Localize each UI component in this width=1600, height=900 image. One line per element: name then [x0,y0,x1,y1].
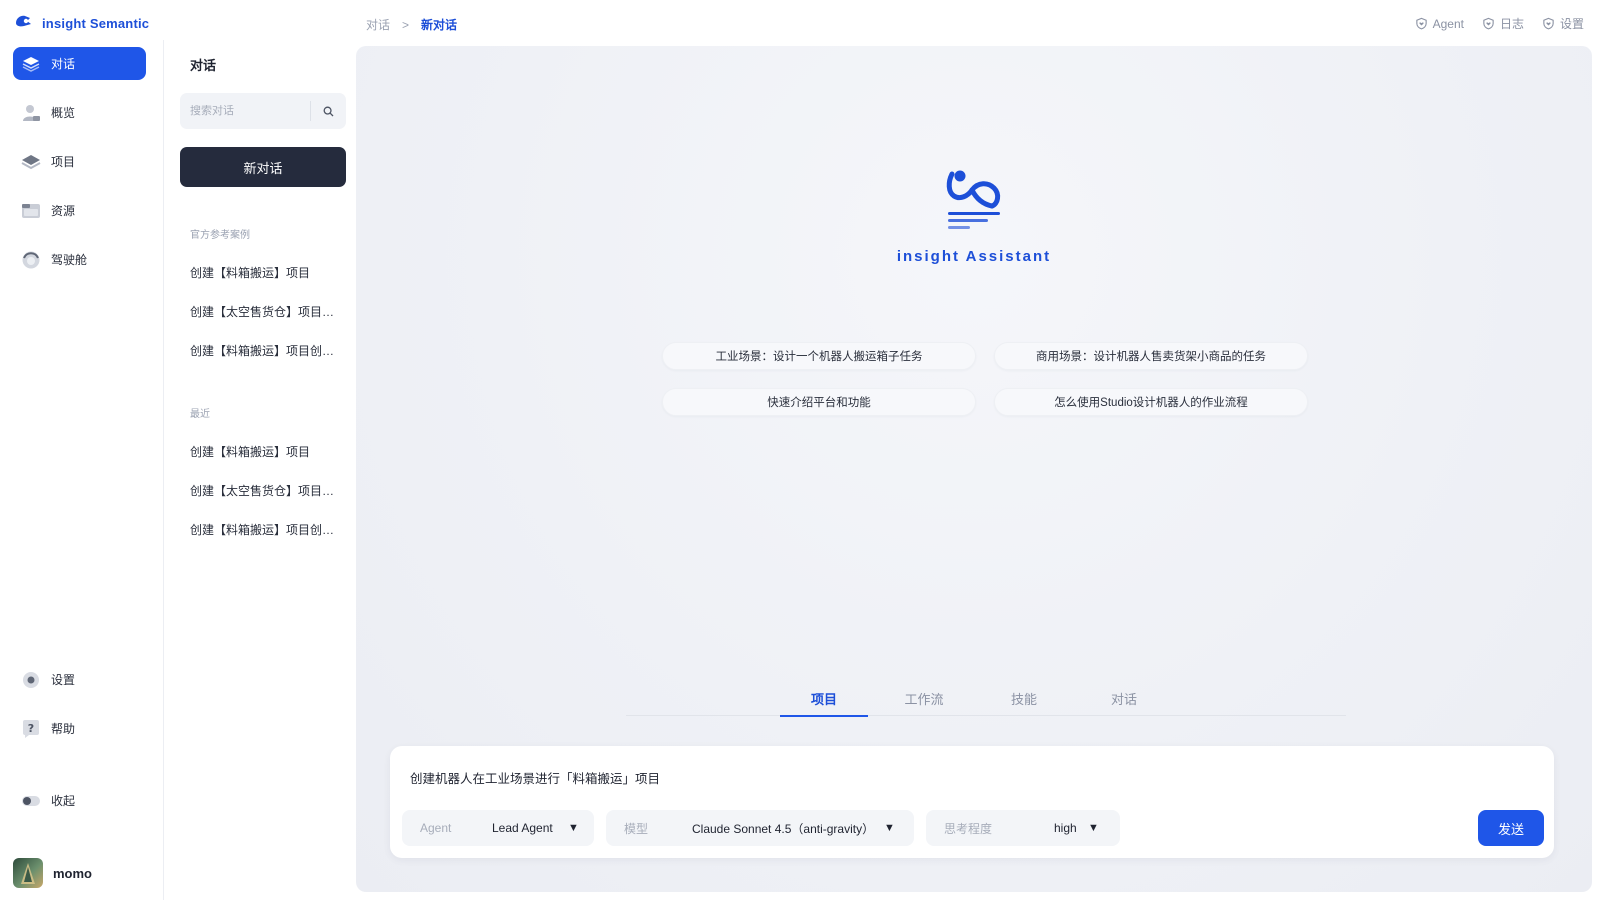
agent-select[interactable]: Agent Lead Agent ▼ [402,810,594,846]
list-item[interactable]: 创建【料箱搬运】项目创建流程 [190,521,340,538]
official-section-label: 官方参考案例 [190,230,250,241]
sidebar-item-label: 概览 [51,106,76,120]
brand-logo-icon [14,12,34,35]
breadcrumb-current: 新对话 [421,18,458,32]
sidebar-item-label: 项目 [51,155,76,169]
svg-text:?: ? [28,722,34,735]
brand: insight Semantic [14,12,149,34]
suggestion-chip[interactable]: 商用场景：设计机器人售卖货架小商品的任务 [994,342,1308,370]
search-box [180,93,346,129]
sidebar-item-projects[interactable]: 项目 [13,145,146,178]
sidebar-item-settings[interactable]: 设置 [13,663,146,696]
gear-icon [21,670,41,690]
assistant-name: insight Assistant [896,248,1052,265]
agent-select-value: Lead Agent [492,821,553,835]
assistant-hero: insight Assistant [356,166,1592,265]
breadcrumb-parent[interactable]: 对话 [366,16,390,33]
sidebar-item-collapse[interactable]: 收起 [13,784,146,817]
main-chat-area: insight Assistant 工业场景：设计一个机器人搬运箱子任务 商用场… [356,46,1592,892]
chevron-down-icon: ▼ [1088,822,1099,834]
help-icon: ? [21,719,41,739]
breadcrumb: 对话 > 新对话 [366,16,457,33]
sidebar: 对话 概览 项目 资源 驾驶舱 设置 ? 帮助 收起 momo [0,40,164,900]
list-item[interactable]: 创建【料箱搬运】项目 [190,443,340,460]
user-profile[interactable]: momo [13,858,92,888]
tab-workflow[interactable]: 工作流 [880,686,968,716]
user-card-icon [21,103,41,123]
thinking-select[interactable]: 思考程度 high ▼ [926,810,1120,846]
top-link-log[interactable]: 日志 [1482,15,1524,32]
sidebar-item-label: 驾驶舱 [51,253,88,267]
search-icon[interactable] [311,93,345,129]
model-select-value: Claude Sonnet 4.5（anti-gravity） [692,821,875,836]
brand-name: insight Semantic [42,15,150,31]
composer-tabs: 项目 工作流 技能 对话 [626,686,1346,717]
sidebar-item-chat[interactable]: 对话 [13,47,146,80]
user-name: momo [53,865,92,881]
suggestion-chips: 工业场景：设计一个机器人搬运箱子任务 商用场景：设计机器人售卖货架小商品的任务 … [662,342,1308,416]
conversation-panel: 对话 新对话 官方参考案例 创建【料箱搬运】项目 创建【太空售货仓】项目的复杂版… [165,40,351,900]
top-link-label: 日志 [1499,17,1524,31]
send-button[interactable]: 发送 [1478,810,1544,846]
sidebar-item-label: 收起 [51,794,76,808]
top-link-settings[interactable]: 设置 [1542,15,1584,32]
tab-skills[interactable]: 技能 [980,686,1068,716]
chevron-down-icon: ▼ [568,822,579,834]
breadcrumb-separator: > [402,17,410,32]
sidebar-item-cockpit[interactable]: 驾驶舱 [13,243,146,276]
top-links: Agent 日志 设置 [1415,15,1584,32]
model-select-label: 模型 [624,821,649,836]
suggestion-chip[interactable]: 工业场景：设计一个机器人搬运箱子任务 [662,342,976,370]
thinking-select-value: high [1054,821,1077,835]
gauge-icon [21,250,41,270]
recent-section-label: 最近 [190,409,210,420]
composer: 创建机器人在工业场景进行「料箱搬运」项目 Agent Lead Agent ▼ … [390,746,1554,858]
shield-heart-icon [1483,17,1494,30]
collapse-icon [21,791,41,811]
agent-select-label: Agent [420,821,452,835]
list-item[interactable]: 创建【太空售货仓】项目的复杂版本 [190,482,340,499]
tab-conversation[interactable]: 对话 [1080,686,1168,716]
suggestion-chip[interactable]: 怎么使用Studio设计机器人的作业流程 [994,388,1308,416]
sidebar-item-overview[interactable]: 概览 [13,96,146,129]
sidebar-item-resources[interactable]: 资源 [13,194,146,227]
new-conversation-button[interactable]: 新对话 [180,147,346,187]
layers-icon [21,54,41,74]
list-item[interactable]: 创建【料箱搬运】项目 [190,264,340,281]
sidebar-item-label: 对话 [51,57,76,71]
shield-heart-icon [1543,17,1554,30]
sidebar-item-label: 帮助 [51,722,76,736]
sidebar-item-label: 资源 [51,204,76,218]
shield-heart-icon [1415,17,1427,30]
avatar [13,858,43,888]
stack-icon [21,152,41,172]
folder-icon [21,201,41,221]
list-item[interactable]: 创建【太空售货仓】项目的复杂版本 [190,303,340,320]
top-link-agent[interactable]: Agent [1415,15,1464,32]
sidebar-item-label: 设置 [51,673,76,687]
top-link-label: Agent [1432,16,1464,31]
top-link-label: 设置 [1559,17,1584,31]
suggestion-chip[interactable]: 快速介绍平台和功能 [662,388,976,416]
list-item[interactable]: 创建【料箱搬运】项目创建流程 [190,342,340,359]
assistant-logo-icon [946,170,1001,229]
model-select[interactable]: 模型 Claude Sonnet 4.5（anti-gravity） ▼ [606,810,914,846]
thinking-select-label: 思考程度 [944,821,993,836]
chevron-down-icon: ▼ [884,822,895,834]
tab-project[interactable]: 项目 [780,686,868,717]
sidebar-item-help[interactable]: ? 帮助 [13,712,146,745]
composer-input[interactable]: 创建机器人在工业场景进行「料箱搬运」项目 [410,768,660,787]
panel-title: 对话 [190,58,217,73]
search-input[interactable] [180,105,310,117]
